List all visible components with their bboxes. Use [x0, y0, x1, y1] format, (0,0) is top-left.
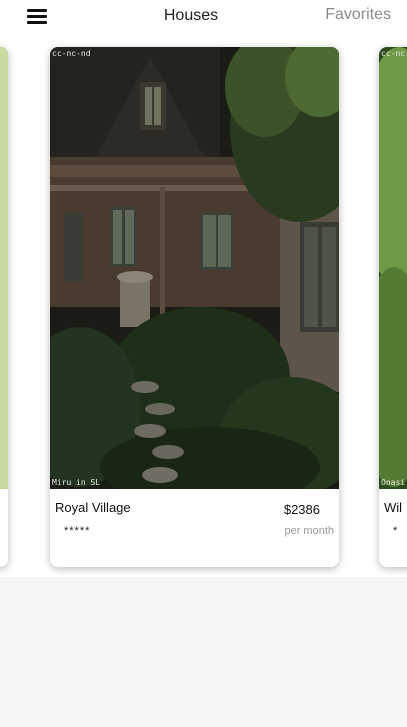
rating-stars: *****: [64, 525, 91, 537]
house-card[interactable]: cc-nc-nd Miru in SL Royal Village ***** …: [50, 47, 339, 567]
house-photo: cc-nc-nd Onasi: [379, 47, 407, 489]
favorites-link[interactable]: Favorites: [325, 6, 391, 24]
photo-credit-label: Onasi: [381, 478, 406, 487]
house-name: Royal Village: [55, 500, 131, 515]
photo-credit-label: Miru in SL: [52, 478, 101, 487]
app-header: Houses Favorites: [0, 0, 407, 34]
license-label: cc-nc-nd: [381, 49, 407, 58]
house-photo: [0, 47, 8, 489]
house-photo: cc-nc-nd Miru in SL: [50, 47, 339, 489]
house-info: Wil *: [379, 489, 407, 567]
house-card-previous[interactable]: [0, 47, 8, 567]
house-price: $2386: [283, 502, 320, 517]
house-name: Wil: [384, 500, 403, 515]
house-carousel[interactable]: cc-nc-nd Miru in SL Royal Village ***** …: [0, 34, 407, 577]
house-info: [0, 489, 8, 567]
license-label: cc-nc-nd: [52, 49, 91, 58]
rating-stars: *: [393, 525, 399, 537]
price-unit: per month: [284, 525, 334, 537]
house-info: Royal Village ***** $2386 per month: [50, 489, 339, 567]
house-card-next[interactable]: cc-nc-nd Onasi Wil *: [379, 47, 407, 567]
